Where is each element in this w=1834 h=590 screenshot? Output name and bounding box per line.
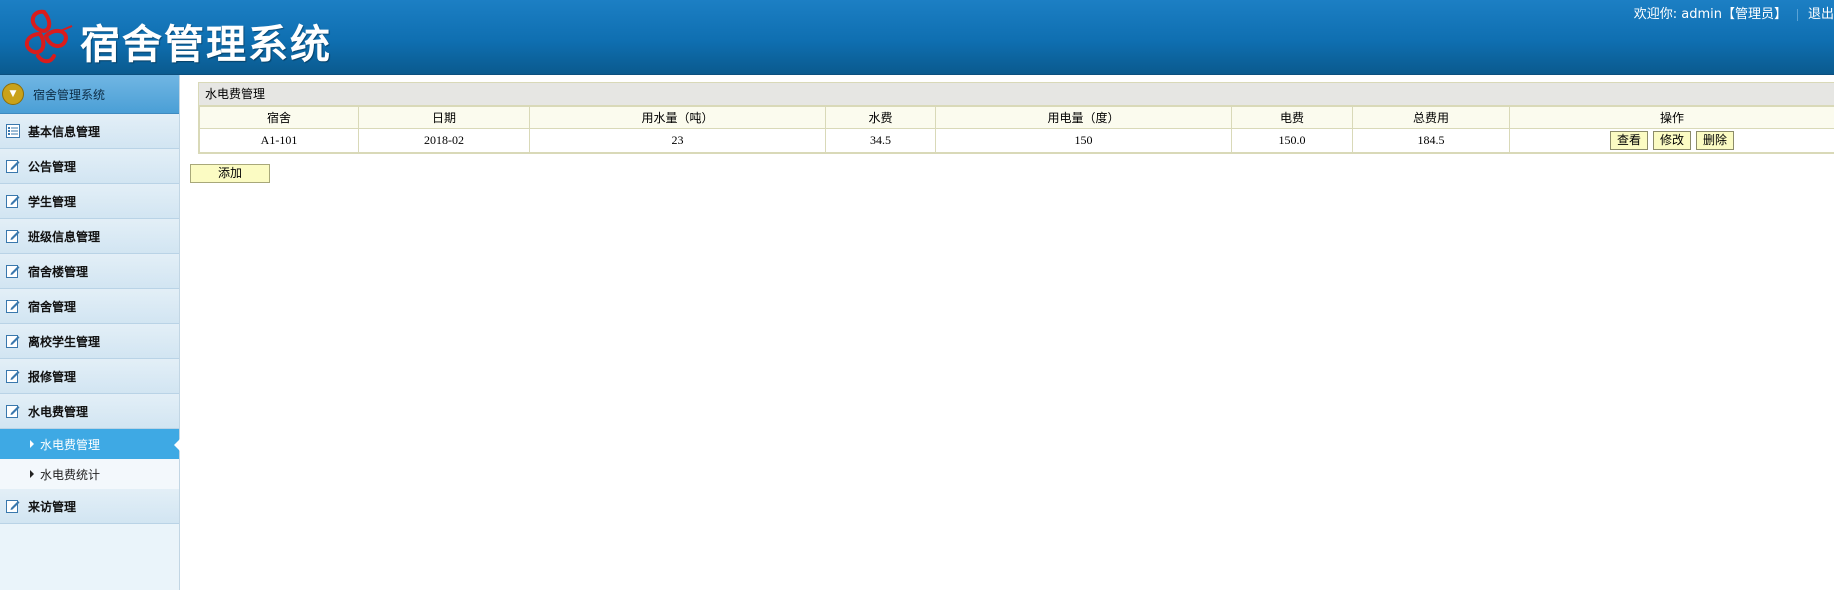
sidebar-item-student[interactable]: 学生管理 [0,184,179,219]
view-button[interactable]: 查看 [1609,131,1648,150]
sidebar-item-label: 公告管理 [28,159,77,174]
delete-button[interactable]: 删除 [1696,131,1735,150]
edit-button[interactable]: 修改 [1652,131,1691,150]
column-header: 宿舍 [199,106,359,129]
sidebar-item-label: 宿舍楼管理 [28,264,89,279]
sidebar-item-notice[interactable]: 公告管理 [0,149,179,184]
edit-icon [6,265,20,278]
sidebar-item-visitor[interactable]: 来访管理 [0,489,179,524]
sidebar-item-class[interactable]: 班级信息管理 [0,219,179,254]
sidebar-item-label: 基本信息管理 [28,124,101,139]
sidebar-subitem-utility-manage[interactable]: 水电费管理 [0,429,180,459]
user-bar: 欢迎你: admin【管理员】 退出 [1634,3,1834,22]
logout-link[interactable]: 退出 [1808,7,1834,22]
add-button[interactable]: 添加 [190,164,270,183]
active-indicator [174,439,180,451]
top-header: 宿舍管理系统 欢迎你: admin【管理员】 退出 [0,0,1834,75]
table-cell: 150 [935,128,1232,153]
utility-table: 宿舍 日期 用水量（吨） 水费 用电量（度） 电费 总费用 操作 A1-101 … [199,106,1834,153]
sidebar-item-utility[interactable]: 水电费管理 [0,394,179,429]
sidebar-item-basic-info[interactable]: 基本信息管理 [0,114,179,149]
main-content: 水电费管理 宿舍 日期 用水量（吨） 水费 用电量（度） 电费 总费用 操作 A… [190,82,1834,183]
table-cell: 34.5 [825,128,936,153]
sidebar-item-repair[interactable]: 报修管理 [0,359,179,394]
column-header: 电费 [1231,106,1353,129]
sidebar-subitem-label: 水电费管理 [40,437,101,452]
sidebar-header[interactable]: ▼ 宿舍管理系统 [0,75,179,114]
sidebar: ▼ 宿舍管理系统 基本信息管理 公告管理 学生管理 班级信息管理 宿舍楼管理 宿… [0,75,180,590]
column-header: 操作 [1509,106,1834,129]
sidebar-item-label: 报修管理 [28,369,77,384]
edit-icon [6,195,20,208]
logo-icon [24,9,73,64]
edit-icon [6,405,20,418]
table-cell: 184.5 [1352,128,1510,153]
actions-cell: 查看 修改 删除 [1509,128,1834,153]
sidebar-item-label: 学生管理 [28,194,77,209]
sidebar-subitem-label: 水电费统计 [40,467,101,482]
table-cell: A1-101 [199,128,359,153]
table-cell: 23 [529,128,826,153]
table-row: A1-101 2018-02 23 34.5 150 150.0 184.5 查… [199,128,1834,153]
utility-panel: 水电费管理 宿舍 日期 用水量（吨） 水费 用电量（度） 电费 总费用 操作 A… [198,82,1834,154]
sidebar-item-leaving-students[interactable]: 离校学生管理 [0,324,179,359]
collapse-icon[interactable]: ▼ [2,83,24,105]
sidebar-item-label: 离校学生管理 [28,334,101,349]
welcome-text: 欢迎你: admin【管理员】 [1633,7,1787,22]
sidebar-title: 宿舍管理系统 [33,87,106,102]
edit-icon [6,230,20,243]
separator [1796,8,1798,21]
sidebar-item-label: 来访管理 [28,499,77,514]
panel-title: 水电费管理 [199,83,1834,106]
sidebar-item-label: 班级信息管理 [28,229,101,244]
list-icon [6,124,20,138]
sidebar-item-label: 水电费管理 [28,404,89,419]
edit-icon [6,370,20,383]
table-header-row: 宿舍 日期 用水量（吨） 水费 用电量（度） 电费 总费用 操作 [199,106,1834,129]
table-cell: 2018-02 [358,128,530,153]
sidebar-subitem-utility-stats[interactable]: 水电费统计 [0,459,179,489]
edit-icon [6,160,20,173]
table-cell: 150.0 [1231,128,1353,153]
edit-icon [6,500,20,513]
column-header: 用电量（度） [935,106,1232,129]
app-title: 宿舍管理系统 [80,22,332,68]
caret-right-icon [30,470,34,478]
edit-icon [6,335,20,348]
sidebar-item-dorm[interactable]: 宿舍管理 [0,289,179,324]
column-header: 总费用 [1352,106,1510,129]
sidebar-item-label: 宿舍管理 [28,299,77,314]
caret-right-icon [30,440,34,448]
edit-icon [6,300,20,313]
column-header: 日期 [358,106,530,129]
column-header: 用水量（吨） [529,106,826,129]
sidebar-item-building[interactable]: 宿舍楼管理 [0,254,179,289]
column-header: 水费 [825,106,936,129]
